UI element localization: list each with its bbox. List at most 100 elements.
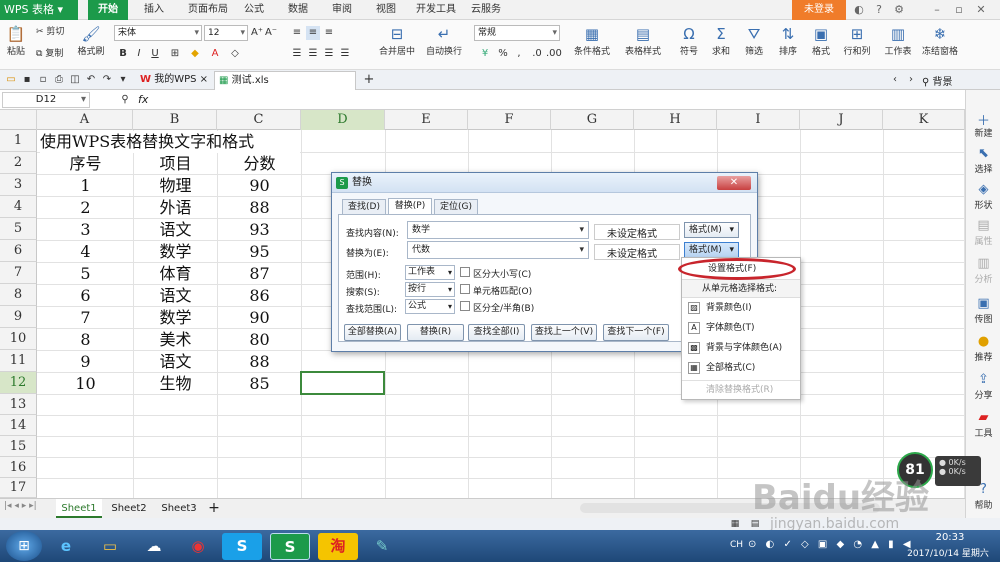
row-header[interactable]: 5 — [0, 218, 37, 240]
align-bottom-icon[interactable]: ≡ — [322, 26, 336, 40]
tab-close-icon[interactable]: × — [200, 74, 208, 85]
col-header[interactable]: C — [217, 110, 301, 130]
menu-clear-replace-format[interactable]: 清除替换格式(R) — [682, 380, 800, 399]
table-style-button[interactable]: ▤ 表格样式 — [620, 24, 666, 57]
shrink-font-icon[interactable]: A⁻ — [264, 26, 278, 40]
data-cell[interactable]: 语文 — [134, 351, 217, 373]
selected-cell[interactable] — [300, 371, 385, 395]
sheet-title-cell[interactable]: 使用WPS表格替换文字和格式 — [40, 131, 300, 153]
fx-icon[interactable]: fx — [138, 93, 148, 106]
format-button[interactable]: ▣ 格式 — [808, 24, 834, 57]
border-icon[interactable]: ⊞ — [168, 47, 182, 61]
paint-icon[interactable]: ✎ — [362, 533, 402, 560]
sidebar-properties[interactable]: ▤ 属性 — [966, 218, 1000, 247]
data-cell[interactable]: 数学 — [134, 307, 217, 329]
sort-button[interactable]: ⇅ 排序 — [774, 24, 802, 57]
match-width-checkbox[interactable] — [460, 301, 470, 311]
row-header[interactable]: 15 — [0, 436, 37, 457]
data-cell[interactable]: 7 — [38, 307, 133, 329]
cut-button[interactable]: ✂ 剪切 — [36, 24, 74, 37]
find-all-button[interactable]: 查找全部(I) — [468, 324, 525, 341]
data-cell[interactable]: 9 — [38, 351, 133, 373]
data-cell[interactable]: 语文 — [134, 219, 217, 241]
tab-file[interactable]: ▦ 测试.xls — [214, 71, 356, 90]
background-button[interactable]: ⚲ 背景 — [922, 73, 953, 88]
data-cell[interactable]: 3 — [38, 219, 133, 241]
font-size-select[interactable]: 12 — [204, 25, 248, 41]
conditional-format-button[interactable]: ▦ 条件格式 — [570, 24, 614, 57]
align-left-icon[interactable]: ☰ — [290, 47, 304, 61]
merge-center-button[interactable]: ⊟ 合并居中 — [372, 24, 422, 57]
find-format-button[interactable]: 格式(M) — [684, 222, 739, 238]
row-header[interactable]: 13 — [0, 394, 37, 415]
formula-input[interactable] — [160, 92, 960, 108]
data-cell[interactable]: 8 — [38, 329, 133, 351]
save-icon[interactable]: ▪ — [20, 73, 34, 87]
menu-background-and-font-color[interactable]: ▩ 背景与字体颜色(A) — [682, 339, 800, 358]
align-middle-icon[interactable]: ≡ — [306, 26, 320, 40]
tab-goto[interactable]: 定位(G) — [434, 199, 478, 215]
data-cell[interactable]: 88 — [218, 197, 301, 219]
data-cell[interactable]: 80 — [218, 329, 301, 351]
new-tab-icon[interactable]: + — [362, 73, 376, 87]
currency-icon[interactable]: ¥ — [478, 47, 492, 61]
normal-view-icon[interactable]: ▦ — [728, 518, 742, 530]
sheet-tab-sheet3[interactable]: Sheet3 — [156, 499, 202, 518]
col-header[interactable]: D — [301, 110, 385, 130]
dialog-title-bar[interactable]: S 替换 ✕ — [332, 173, 757, 193]
tab-data[interactable]: 数据 — [280, 0, 316, 20]
scope-select[interactable]: 工作表 — [405, 265, 455, 280]
row-header[interactable]: 9 — [0, 306, 37, 328]
chrome-icon[interactable]: ◉ — [178, 533, 218, 560]
col-header[interactable]: I — [717, 110, 800, 130]
col-header[interactable]: G — [551, 110, 634, 130]
select-all[interactable] — [0, 110, 37, 130]
data-cell[interactable]: 5 — [38, 263, 133, 285]
nav-right-icon[interactable]: › — [904, 73, 918, 87]
col-header[interactable]: K — [883, 110, 965, 130]
dialog-close-icon[interactable]: ✕ — [717, 176, 751, 190]
tab-view[interactable]: 视图 — [368, 0, 404, 20]
bold-icon[interactable]: B — [116, 47, 130, 61]
header-cell[interactable]: 序号 — [38, 153, 133, 175]
print-icon[interactable]: ⎙ — [52, 73, 66, 87]
data-cell[interactable]: 87 — [218, 263, 301, 285]
baidu-netdisk-icon[interactable]: ☁ — [134, 533, 174, 560]
tab-replace[interactable]: 替换(P) — [388, 198, 432, 215]
data-cell[interactable]: 外语 — [134, 197, 217, 219]
menu-font-color[interactable]: A 字体颜色(T) — [682, 319, 800, 338]
pdf-icon[interactable]: ▫ — [36, 73, 50, 87]
data-cell[interactable]: 美术 — [134, 329, 217, 351]
taobao-icon[interactable]: 淘 — [318, 533, 358, 560]
menu-all-formats[interactable]: ▦ 全部格式(C) — [682, 359, 800, 378]
align-center-icon[interactable]: ☰ — [306, 47, 320, 61]
app-logo[interactable]: WPS 表格 ▾ — [0, 0, 78, 20]
replace-format-button[interactable]: 格式(M) — [684, 242, 739, 258]
row-header[interactable]: 4 — [0, 196, 37, 218]
sidebar-recommend[interactable]: ● 推荐 — [966, 334, 1000, 363]
row-header[interactable]: 6 — [0, 240, 37, 262]
menu-background-color[interactable]: ▨ 背景颜色(I) — [682, 299, 800, 318]
sum-button[interactable]: Σ 求和 — [708, 24, 734, 57]
format-painter-button[interactable]: 🖌 格式刷 — [76, 24, 106, 57]
sidebar-new[interactable]: ＋新建 — [966, 110, 1000, 139]
clock-time[interactable]: 20:33 — [920, 532, 980, 543]
tab-page-layout[interactable]: 页面布局 — [180, 0, 236, 20]
row-col-button[interactable]: ⊞ 行和列 — [840, 24, 874, 57]
ie-icon[interactable]: e — [46, 533, 86, 560]
thousands-icon[interactable]: , — [512, 47, 526, 61]
tab-cloud[interactable]: 云服务 — [466, 0, 506, 20]
add-sheet-icon[interactable]: + — [204, 499, 224, 518]
data-cell[interactable]: 85 — [218, 373, 301, 395]
data-cell[interactable]: 88 — [218, 351, 301, 373]
row-header[interactable]: 8 — [0, 284, 37, 306]
data-cell[interactable]: 4 — [38, 241, 133, 263]
row-header[interactable]: 2 — [0, 152, 37, 174]
data-cell[interactable]: 物理 — [134, 175, 217, 197]
paste-button[interactable]: 📋 粘贴 — [4, 24, 28, 57]
row-header[interactable]: 3 — [0, 174, 37, 196]
name-box[interactable]: D12 ▾ — [2, 92, 90, 108]
undo-icon[interactable]: ↶ — [84, 73, 98, 87]
row-header[interactable]: 10 — [0, 328, 37, 350]
skin-icon[interactable]: ◐ — [852, 3, 866, 17]
